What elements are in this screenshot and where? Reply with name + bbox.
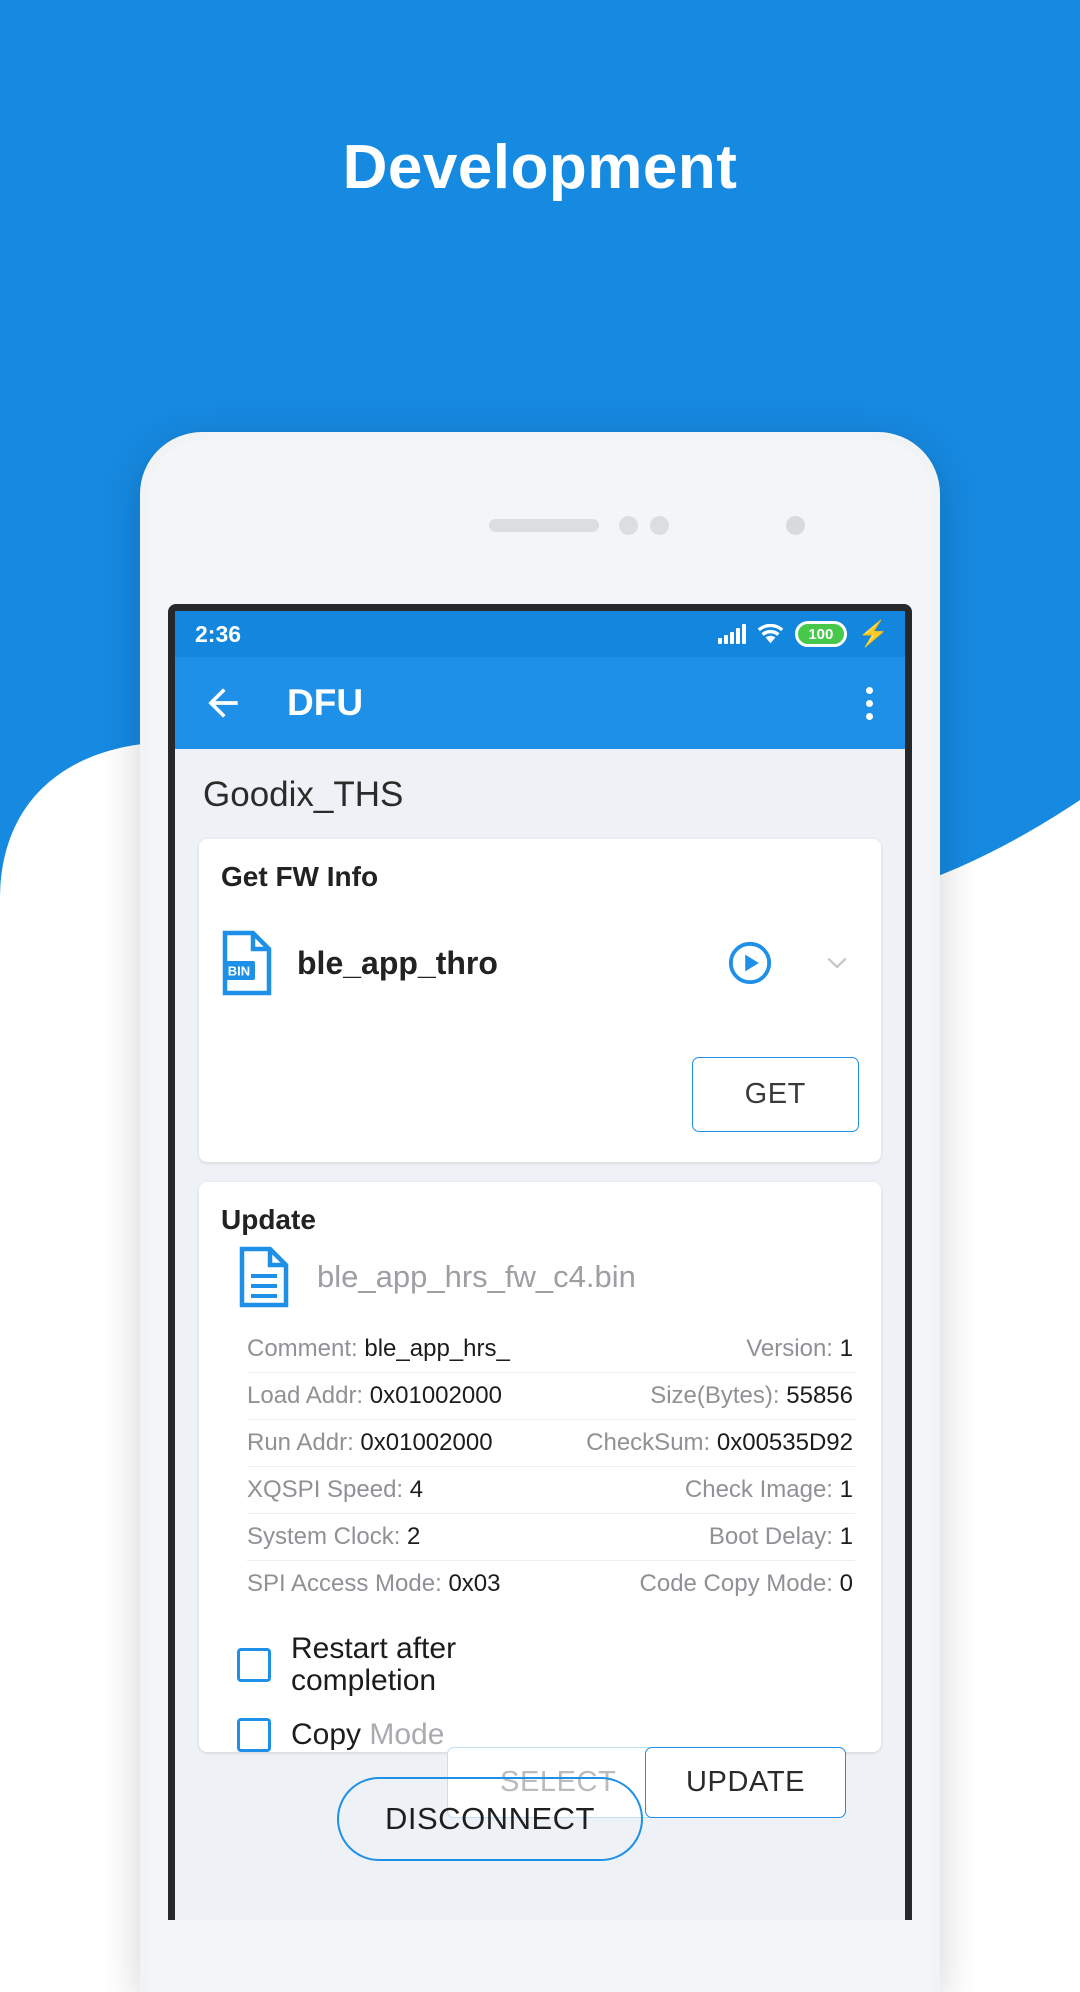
copy-mode-checkbox[interactable] [237,1717,271,1752]
table-row: Load Addr: 0x01002000 Size(Bytes): 55856 [247,1373,855,1420]
info-key: Run Addr: [247,1429,354,1456]
app-bar-title: DFU [287,682,364,723]
back-arrow-icon[interactable] [201,681,245,725]
table-row: SPI Access Mode: 0x03 Code Copy Mode: 0 [247,1561,855,1607]
wifi-icon [757,623,784,643]
info-key: Code Copy Mode: [639,1570,833,1597]
bin-file-icon: BIN [222,930,272,996]
info-value: 4 [409,1476,424,1503]
get-fw-info-card: Get FW Info BIN ble_app_thro GET [199,839,881,1162]
device-name-label: Goodix_THS [175,749,905,839]
fw-file-name: ble_app_thro [297,944,498,981]
bottom-action-buttons: SELECT UPDATE DISCONNECT [175,1747,905,1879]
info-key: Boot Delay: [708,1523,833,1550]
info-value: 55856 [786,1382,853,1409]
firmware-info-table: Comment: ble_app_hrs_ Version: 1 Load Ad… [247,1326,859,1607]
update-card: Update ble_app_hrs_fw_c4.bin Comment: bl… [199,1182,881,1752]
info-value: 1 [839,1335,853,1362]
info-key: CheckSum: [586,1429,711,1456]
info-key: Size(Bytes): [650,1382,780,1409]
info-value: 0x01002000 [360,1429,493,1456]
status-icons: 100 ⚡ [717,619,889,648]
info-value: 2 [407,1523,421,1550]
copy-mode-text: Copy [291,1717,370,1751]
info-key: XQSPI Speed: [247,1476,404,1503]
table-row: Run Addr: 0x01002000 CheckSum: 0x00535D9… [247,1420,855,1467]
get-fw-info-title: Get FW Info [221,861,379,892]
restart-after-completion-checkbox[interactable] [237,1648,271,1683]
table-row: Comment: ble_app_hrs_ Version: 1 [247,1326,855,1373]
svg-text:BIN: BIN [228,964,250,979]
status-time: 2:36 [195,620,242,647]
table-row: XQSPI Speed: 4 Check Image: 1 [247,1467,855,1514]
signal-bars-icon [717,624,746,644]
lightning-bolt-icon: ⚡ [857,619,889,648]
info-value: 0x03 [448,1570,501,1597]
chevron-down-icon[interactable] [821,947,853,979]
overflow-menu-icon[interactable] [858,679,881,728]
get-button[interactable]: GET [691,1057,859,1132]
info-value: 0 [839,1570,853,1597]
info-key: Check Image: [684,1476,833,1503]
phone-sensor-dot [650,516,669,535]
info-value: 1 [839,1476,853,1503]
update-file-row[interactable]: ble_app_hrs_fw_c4.bin [239,1246,859,1308]
update-file-name: ble_app_hrs_fw_c4.bin [317,1259,636,1294]
disconnect-button[interactable]: DISCONNECT [337,1777,643,1861]
checkbox-row-restart[interactable]: Restart after completion [237,1632,859,1698]
app-bar: DFU [175,657,905,749]
phone-camera-dot [786,516,805,535]
info-value: 0x01002000 [369,1382,502,1409]
battery-icon: 100 [794,621,847,647]
info-value: 0x00535D92 [716,1429,853,1456]
info-value: ble_app_hrs_ [364,1335,510,1362]
battery-level-label: 100 [808,625,834,643]
copy-mode-suffix: Mode [369,1717,445,1751]
copy-mode-label: Copy Mode [291,1717,445,1751]
fw-file-row[interactable]: BIN ble_app_thro [221,903,859,1023]
document-lines-icon [239,1246,289,1308]
restart-after-completion-label: Restart after completion [291,1632,457,1698]
info-key: Comment: [247,1335,358,1362]
info-key: Load Addr: [247,1382,364,1409]
get-button-row: GET [221,1023,859,1162]
info-key: System Clock: [247,1523,401,1550]
phone-speaker-grill [489,519,599,532]
update-button[interactable]: UPDATE [645,1747,847,1818]
options-area: Restart after completion Copy Mode [221,1607,859,1752]
phone-screen: 2:36 100 ⚡ DFU Goodix_THS Get FW Info BI… [175,611,905,1920]
play-circle-icon[interactable] [727,940,773,986]
info-value: 1 [839,1523,853,1550]
page-title: Development [342,133,738,202]
table-row: System Clock: 2 Boot Delay: 1 [247,1514,855,1561]
phone-sensor-dot [619,516,638,535]
update-title: Update [221,1204,316,1235]
status-bar: 2:36 100 ⚡ [175,611,905,657]
info-key: SPI Access Mode: [247,1570,442,1597]
info-key: Version: [746,1335,833,1362]
